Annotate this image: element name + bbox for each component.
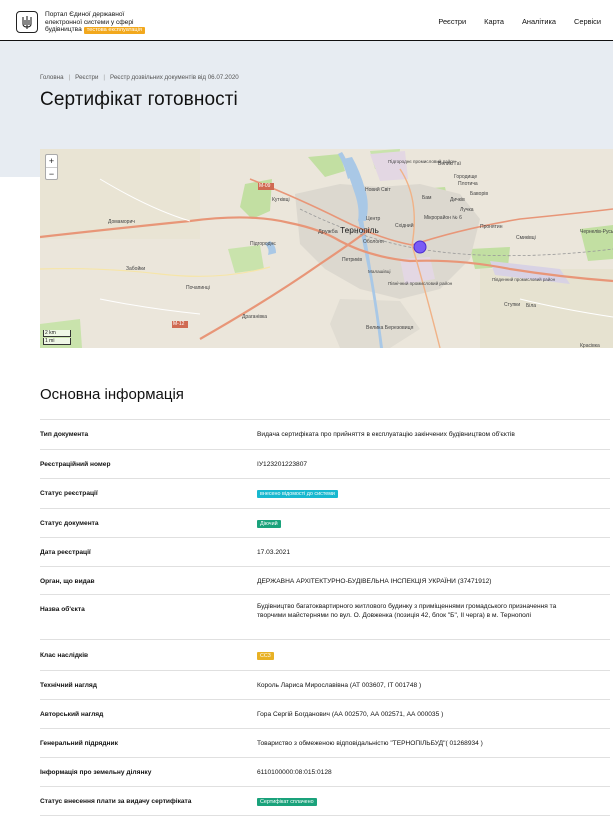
map-label: Баворів — [470, 191, 488, 197]
contractor-value: Товариство з обмеженою відповідальністю … — [257, 740, 483, 747]
map-label: Північний промисловий район — [388, 281, 453, 286]
map-label: Городище — [454, 174, 478, 180]
object-value: Будівництво багатоквартирного житлового … — [257, 603, 557, 619]
issuer-value: ДЕРЖАВНА АРХІТЕКТУРНО-БУДІВЕЛЬНА ІНСПЕКЦ… — [257, 578, 492, 585]
info-row-reg-status: Статус реєстрації внесено відомості до с… — [40, 478, 610, 508]
info-row-doc-status: Статус документа Діючий — [40, 508, 610, 537]
reg-date-value: 17.03.2021 — [257, 549, 291, 556]
nav-analytics[interactable]: Аналітика — [522, 17, 556, 26]
nav-registries[interactable]: Реєстри — [438, 17, 466, 26]
map-label: Мікрорайон № 6 — [424, 215, 462, 221]
map-tiles — [40, 149, 613, 348]
brand-title[interactable]: Портал Єдиної державної електронної сист… — [45, 11, 145, 35]
map-label: Дружба — [318, 229, 338, 235]
map-label: Біла — [526, 303, 537, 309]
road-shield: M-09 — [259, 183, 271, 189]
tech-label: Технічний нагляд — [40, 682, 97, 689]
fee-badge: Сертифікат сплачено — [257, 798, 317, 806]
map-label: Плотича — [458, 181, 478, 187]
map-label: Тернопіль — [340, 225, 379, 235]
info-row-fee: Статус внесення плати за видачу сертифік… — [40, 786, 610, 816]
reg-date-label: Дата реєстрації — [40, 549, 91, 556]
site-header: Портал Єдиної державної електронної сист… — [0, 0, 613, 41]
map-label: Пронятин — [480, 224, 503, 230]
map-label: Почапинці — [186, 285, 210, 291]
map-label: Підгороднє — [250, 241, 276, 247]
doc-status-badge: Діючий — [257, 520, 281, 528]
info-row-reg-number: Реєстраційний номер ІУ123201223807 — [40, 449, 610, 478]
issuer-label: Орган, що видав — [40, 578, 95, 585]
author-label: Авторський нагляд — [40, 711, 104, 718]
map-label: Східний — [395, 223, 414, 229]
nav-map[interactable]: Карта — [484, 17, 504, 26]
map-label: Південний промисловий район — [492, 277, 556, 282]
info-row-contractor: Генеральний підрядник Товариство з обмеж… — [40, 728, 610, 757]
scale-km: 2 km — [43, 330, 71, 337]
brand-line-3: будівництва — [45, 26, 82, 34]
tech-value: Король Лариса Мирославівна (АТ 003607, І… — [257, 682, 422, 689]
breadcrumb: Головна | Реєстри | Реєстр дозвільних докуме… — [40, 74, 239, 81]
doc-type-value: Видача сертифіката про прийняття в експл… — [257, 431, 515, 438]
class-label: Клас наслідків — [40, 652, 89, 659]
info-row-reg-date: Дата реєстрації 17.03.2021 — [40, 537, 610, 566]
main-nav: Реєстри Карта Аналітика Сервіси — [420, 17, 601, 26]
info-row-author: Авторський нагляд Гора Сергій Богданович… — [40, 699, 610, 728]
info-row-object: Назва об'єкта Будівництво багатоквартирн… — [40, 594, 610, 639]
beta-badge: тестова експлуатація — [83, 27, 145, 35]
brand-line-1: Портал Єдиної державної — [45, 11, 125, 18]
info-row-class: Клас наслідків СС3 — [40, 639, 610, 670]
object-label: Назва об'єкта — [40, 606, 85, 613]
section-title: Основна інформація — [40, 386, 184, 403]
map-label: Чернелів-Руський — [580, 229, 613, 235]
info-table: Тип документа Видача сертифіката про при… — [40, 419, 610, 816]
reg-number-value: ІУ123201223807 — [257, 461, 308, 468]
page-title: Сертифікат готовності — [40, 89, 238, 110]
coat-of-arms-logo[interactable] — [16, 11, 38, 33]
map-label: Смиківці — [516, 235, 536, 241]
map-scale: 2 km 1 mi — [43, 329, 71, 345]
map-label: Лучка — [460, 207, 474, 213]
trident-icon — [22, 15, 32, 29]
land-label: Інформація про земельну ділянку — [40, 769, 152, 776]
author-value: Гора Сергій Богданович (АА 002570, АА 00… — [257, 711, 444, 718]
nav-services[interactable]: Сервіси — [574, 17, 601, 26]
map-label: Ступки — [504, 302, 521, 308]
info-row-doc-type: Тип документа Видача сертифіката про при… — [40, 419, 610, 449]
map-zoom-control: + − — [45, 154, 58, 180]
map-label: Підгороднє промисловий район — [388, 159, 456, 164]
road-shield: M-12 — [173, 321, 185, 327]
info-row-issuer: Орган, що видав ДЕРЖАВНА АРХІТЕКТУРНО-БУ… — [40, 566, 610, 594]
reg-status-label: Статус реєстрації — [40, 490, 98, 497]
breadcrumb-home[interactable]: Головна — [40, 74, 64, 81]
map-label: Оболоня — [363, 239, 384, 245]
doc-status-label: Статус документа — [40, 520, 99, 527]
map-label: Кутківці — [272, 197, 290, 203]
land-value: 6110100000:08:015:0128 — [257, 769, 332, 776]
info-row-tech: Технічний нагляд Король Лариса Мирославі… — [40, 670, 610, 699]
zoom-in-button[interactable]: + — [46, 155, 57, 167]
contractor-label: Генеральний підрядник — [40, 740, 118, 747]
map-label: Драганівка — [242, 314, 268, 320]
reg-status-badge: внесено відомості до системи — [257, 490, 338, 498]
scale-mi: 1 mi — [43, 338, 71, 345]
location-map[interactable]: + − 2 km 1 mi Тернопіль Кутківці Дружба Нов… — [40, 149, 613, 348]
map-label: Новий Світ — [365, 187, 391, 193]
map-label: Центр — [366, 216, 381, 222]
map-label: Забойки — [126, 266, 146, 272]
doc-type-label: Тип документа — [40, 431, 89, 438]
map-label: Малашівці — [368, 269, 391, 274]
class-badge: СС3 — [257, 652, 274, 660]
map-label: Домаморич — [108, 219, 135, 225]
info-row-land: Інформація про земельну ділянку 61101000… — [40, 757, 610, 786]
fee-label: Статус внесення плати за видачу сертифік… — [40, 798, 192, 805]
map-label: Бам — [422, 195, 432, 201]
reg-number-label: Реєстраційний номер — [40, 461, 111, 468]
map-label: Велика Березовиця — [366, 325, 414, 331]
map-label: Дичків — [450, 197, 465, 203]
breadcrumb-registry[interactable]: Реєстр дозвільних документів від 06.07.2… — [110, 74, 239, 81]
map-label: Красівка — [580, 343, 600, 348]
map-label: Петриків — [342, 257, 363, 263]
zoom-out-button[interactable]: − — [46, 167, 57, 179]
breadcrumb-registries[interactable]: Реєстри — [75, 74, 98, 81]
